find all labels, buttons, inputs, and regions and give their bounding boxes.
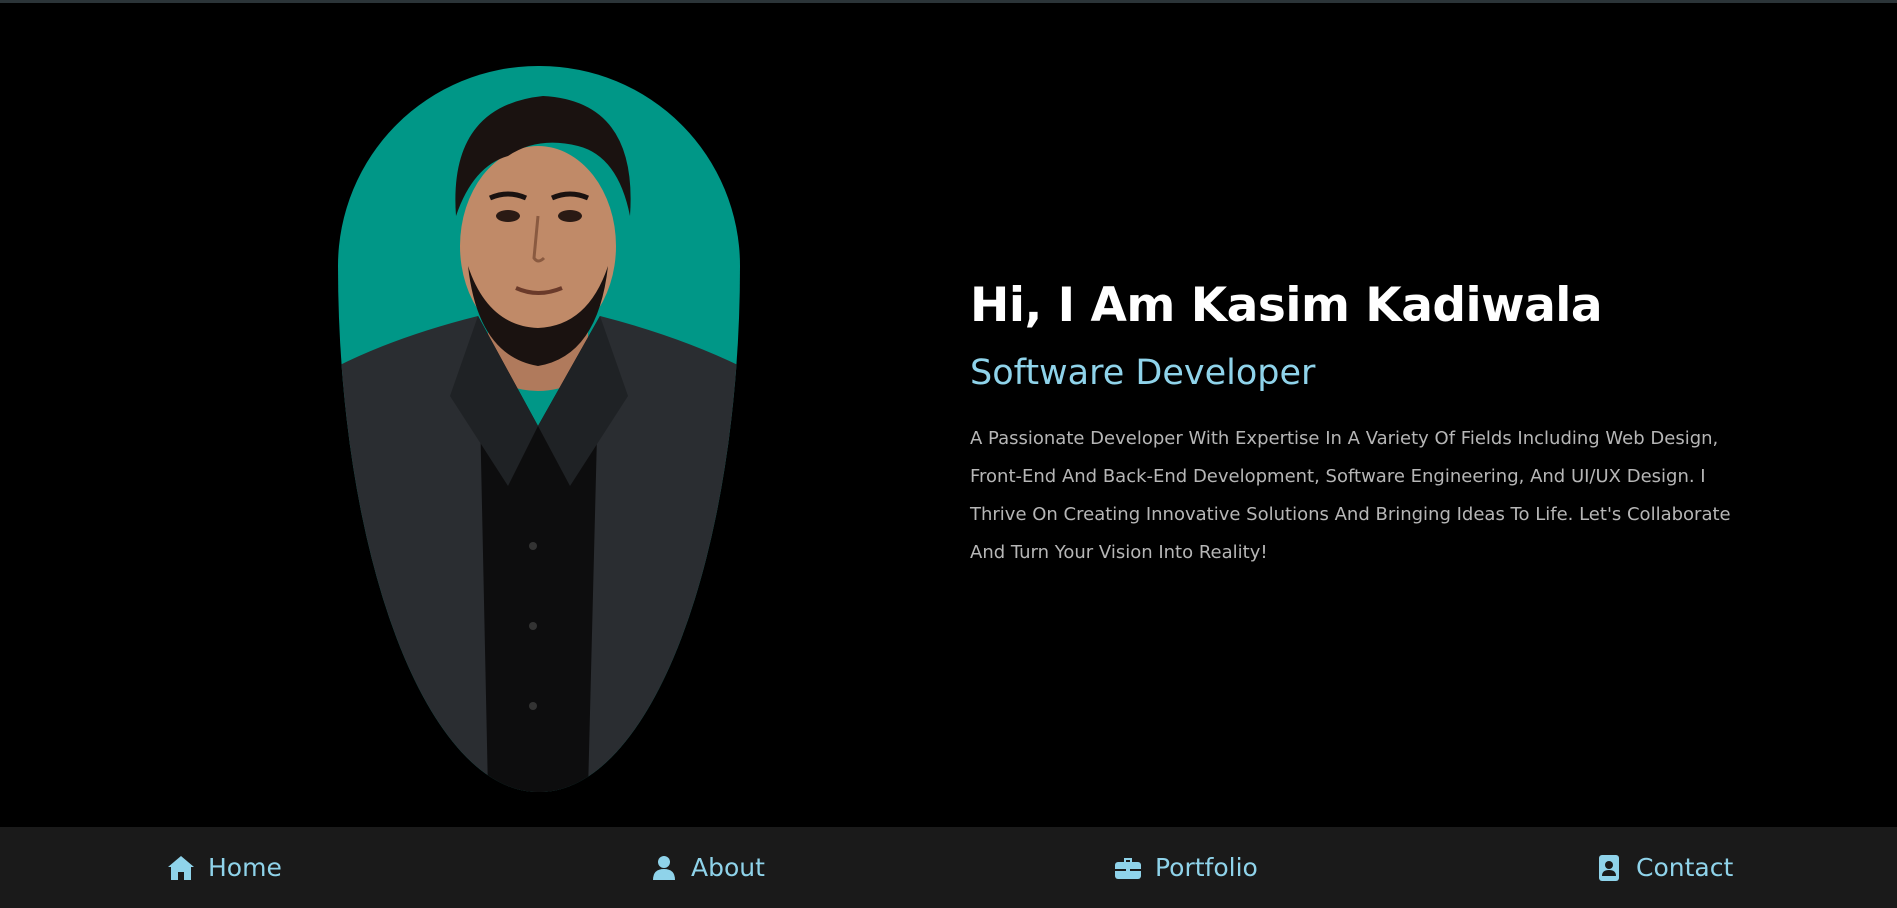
home-icon <box>166 853 196 883</box>
profile-photo <box>338 66 740 792</box>
nav-home[interactable]: Home <box>166 827 282 908</box>
nav-about-label: About <box>691 853 765 882</box>
hero-description: A Passionate Developer With Expertise In… <box>970 428 1731 563</box>
user-icon <box>649 853 679 883</box>
nav-about[interactable]: About <box>649 827 765 908</box>
top-border <box>0 0 1897 3</box>
briefcase-icon <box>1113 853 1143 883</box>
nav-portfolio-label: Portfolio <box>1155 853 1258 882</box>
nav-contact-label: Contact <box>1636 853 1734 882</box>
bottom-navigation: Home About Portfolio Contact <box>0 827 1897 908</box>
hero-role: Software Developer <box>970 353 1316 393</box>
nav-home-label: Home <box>208 853 282 882</box>
nav-portfolio[interactable]: Portfolio <box>1113 827 1258 908</box>
hero-section: Hi, I Am Kasim Kadiwala Software Develop… <box>970 272 1750 572</box>
nav-contact[interactable]: Contact <box>1594 827 1733 908</box>
hero-title: Hi, I Am Kasim Kadiwala <box>970 278 1603 333</box>
address-book-icon <box>1594 853 1624 883</box>
